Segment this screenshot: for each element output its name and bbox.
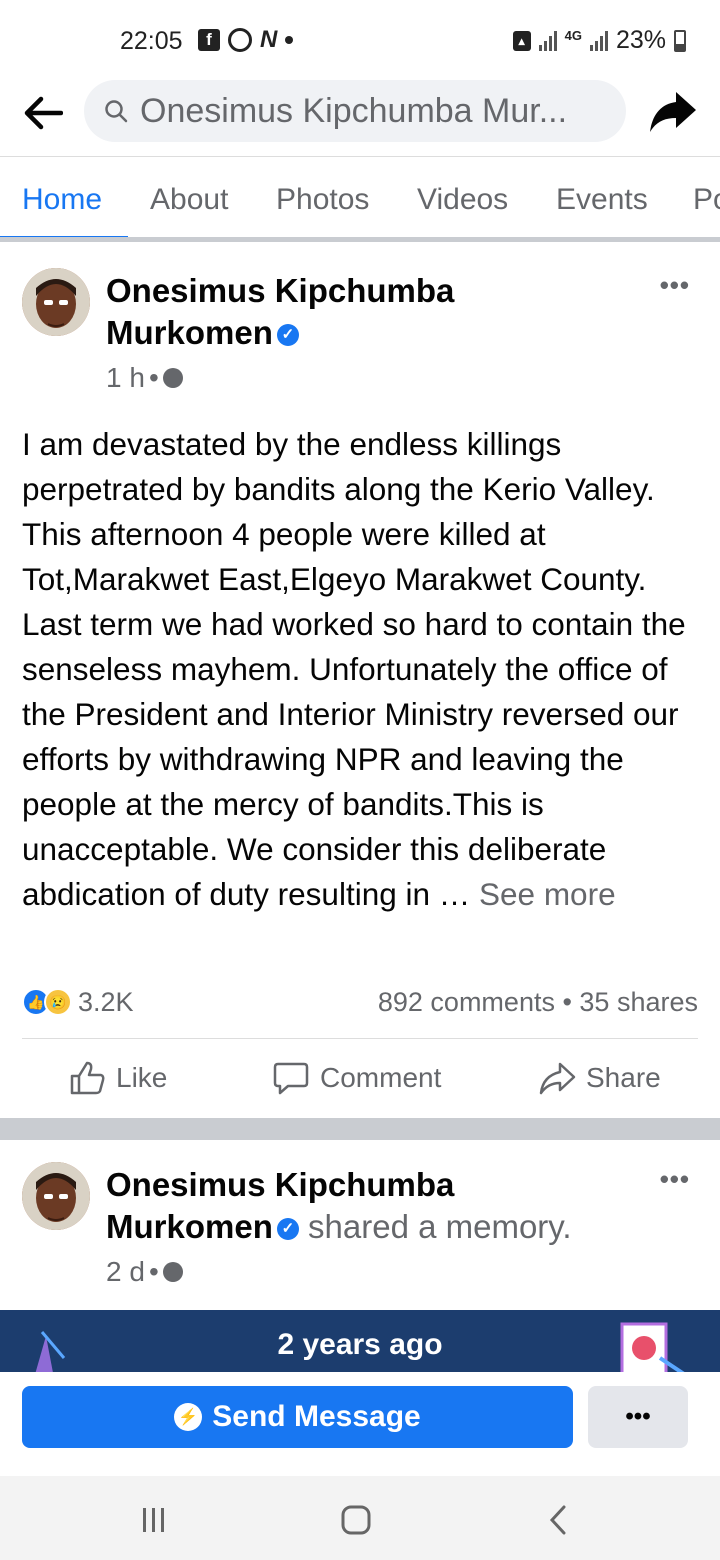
search-value: Onesimus Kipchumba Mur... (140, 91, 568, 130)
post-text: I am devastated by the endless killings … (22, 422, 702, 917)
battery-percent: 23% (615, 26, 666, 54)
recent-apps-icon (143, 1508, 164, 1532)
sad-reaction-icon: 😢 (44, 988, 72, 1016)
memory-label: 2 years ago (277, 1328, 443, 1361)
top-navigation: Onesimus Kipchumba Mur... (0, 78, 720, 156)
home-square-icon (341, 1505, 371, 1535)
post-card: Onesimus Kipchumba Murkomen ✓ 1 h • ••• I… (0, 248, 720, 1118)
notification-icons: f N (198, 26, 294, 54)
post-time: 2 d (106, 1256, 145, 1287)
arrow-left-icon (24, 96, 63, 130)
back-button[interactable] (18, 88, 68, 138)
post-time: 1 h (106, 362, 145, 393)
send-message-button[interactable]: ⚡ Send Message (22, 1386, 573, 1448)
signal-bars-2-icon (589, 30, 608, 51)
facebook-icon: f (198, 29, 220, 51)
globe-icon (162, 368, 183, 388)
comment-button[interactable]: Comment (272, 1060, 441, 1096)
signal-bars-icon (538, 30, 557, 51)
globe-icon (162, 1262, 183, 1282)
like-label: Like (116, 1062, 168, 1093)
system-status: ▴ 4G 23% (512, 26, 686, 55)
system-back-button[interactable] (538, 1500, 578, 1540)
post-body: I am devastated by the endless killings … (22, 426, 686, 912)
status-time: 22:05 (120, 27, 183, 55)
tab-photos[interactable]: Photos (276, 183, 369, 217)
n-app-icon: N (260, 26, 278, 53)
divider (22, 1038, 698, 1039)
tab-videos[interactable]: Videos (417, 183, 508, 217)
more-options-button[interactable]: ••• (588, 1386, 688, 1448)
bottom-action-bar: ⚡ Send Message ••• (0, 1372, 720, 1476)
more-notifications-dot-icon (285, 36, 294, 44)
status-bar: 22:05 f N ▴ 4G 23% (0, 0, 720, 80)
see-more-link[interactable]: See more (479, 876, 616, 912)
system-navigation-bar (0, 1476, 720, 1560)
author-name-line1: Onesimus Kipchumba (106, 272, 455, 309)
author-name-line2: Murkomen (106, 1208, 273, 1245)
home-button[interactable] (336, 1500, 376, 1540)
avatar[interactable] (22, 1162, 90, 1230)
post-meta: 2 d • (106, 1256, 183, 1288)
post-meta: 1 h • (106, 362, 183, 394)
recent-apps-button[interactable] (134, 1500, 174, 1540)
tab-posts[interactable]: Po (693, 183, 720, 217)
post-more-options-icon[interactable]: ••• (660, 270, 690, 301)
tab-about[interactable]: About (150, 183, 228, 217)
search-input[interactable]: Onesimus Kipchumba Mur... (84, 80, 626, 142)
share-arrow-icon[interactable] (646, 88, 698, 136)
activity-text: shared a memory. (298, 1208, 572, 1245)
whatsapp-icon (228, 28, 252, 52)
memory-photo-thumbnail-icon (620, 1322, 685, 1372)
reaction-icons: 👍 😢 (22, 988, 72, 1016)
post-separator (0, 1118, 720, 1140)
post-card: Onesimus Kipchumba Murkomen ✓ shared a me… (0, 1140, 720, 1310)
comment-bubble-icon (273, 1062, 309, 1095)
chevron-left-icon (549, 1505, 566, 1535)
active-tab-indicator (0, 236, 128, 237)
like-button[interactable]: Like (68, 1060, 167, 1096)
reactions-summary[interactable]: 👍 😢 3.2K 892 comments • 35 shares (22, 982, 698, 1022)
post-more-options-icon[interactable]: ••• (660, 1164, 690, 1195)
author-name[interactable]: Onesimus Kipchumba Murkomen ✓ (106, 270, 454, 354)
tab-home[interactable]: Home (22, 183, 102, 217)
comment-label: Comment (320, 1062, 442, 1093)
messenger-icon: ⚡ (174, 1403, 203, 1431)
share-label: Share (586, 1062, 661, 1093)
share-arrow-outline-icon (539, 1062, 576, 1095)
avatar[interactable] (22, 268, 90, 336)
author-name-line1: Onesimus Kipchumba (106, 1166, 455, 1203)
post-actions: Like Comment Share (0, 1048, 720, 1114)
search-icon (105, 100, 128, 123)
verified-badge-icon: ✓ (276, 1218, 299, 1241)
author-name[interactable]: Onesimus Kipchumba Murkomen ✓ shared a me… (106, 1164, 572, 1248)
tab-events[interactable]: Events (556, 183, 648, 217)
thumbs-up-icon (70, 1061, 105, 1095)
send-message-label: Send Message (212, 1400, 421, 1433)
memory-banner[interactable]: 2 years ago (0, 1310, 720, 1372)
network-type: 4G (564, 28, 582, 43)
comments-shares-count[interactable]: 892 comments • 35 shares (378, 987, 698, 1018)
reactions-count: 3.2K (78, 986, 134, 1017)
profile-photo-icon (22, 1162, 90, 1230)
battery-icon (674, 29, 686, 52)
verified-badge-icon: ✓ (276, 324, 299, 347)
profile-photo-icon (22, 268, 90, 336)
page-tabs: Home About Photos Videos Events Po (0, 156, 720, 242)
share-button[interactable]: Share (538, 1060, 661, 1096)
data-saver-icon: ▴ (512, 30, 531, 51)
author-name-line2: Murkomen (106, 314, 273, 351)
